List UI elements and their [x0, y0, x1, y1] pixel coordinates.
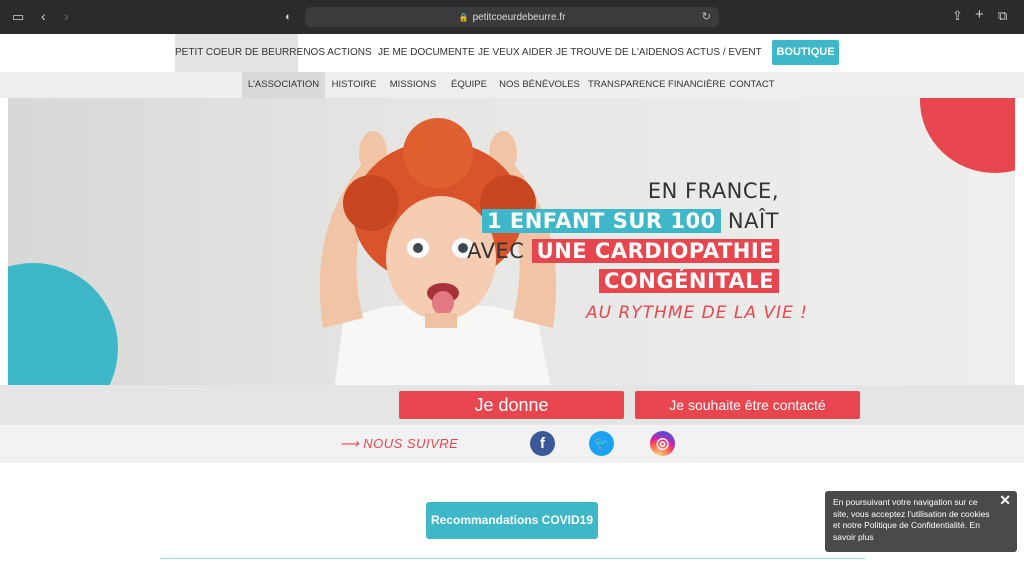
follow-text: NOUS SUIVRE [363, 436, 459, 451]
facebook-icon[interactable]: f [530, 431, 555, 456]
new-tab-icon[interactable]: + [975, 7, 984, 22]
forward-icon[interactable]: › [64, 9, 69, 23]
nav-je-me-documente[interactable]: JE ME DOCUMENTE [378, 34, 475, 72]
subnav-transparence-financiere[interactable]: TRANSPARENCE FINANCIÈRE [588, 72, 726, 98]
contact-request-button[interactable]: Je souhaite être contacté [635, 391, 860, 419]
lock-icon: 🔒 [458, 12, 469, 22]
hero-tagline: AU RYTHME DE LA VIE ! [586, 303, 808, 323]
sub-nav: L'ASSOCIATION HISTOIRE MISSIONS ÉQUIPE N… [0, 72, 1024, 98]
social-band [0, 425, 1024, 463]
headline-highlight-condition-2: CONGÉNITALE [599, 269, 779, 293]
nav-nos-actus-event[interactable]: NOS ACTUS / EVENT [661, 34, 763, 72]
follow-label: ⟶ NOUS SUIVRE [340, 436, 459, 451]
subnav-missions[interactable]: MISSIONS [388, 72, 438, 98]
subnav-histoire[interactable]: HISTOIRE [330, 72, 378, 98]
back-icon[interactable]: ‹ [41, 9, 46, 23]
hero-headline: EN FRANCE, 1 ENFANT SUR 100 NAÎT AVEC UN… [467, 176, 779, 296]
subnav-association[interactable]: L'ASSOCIATION [242, 72, 325, 98]
twitter-icon[interactable]: 🐦 [589, 431, 614, 456]
decorative-red-circle [920, 98, 1015, 173]
nav-nos-actions[interactable]: NOS ACTIONS [301, 34, 374, 72]
browser-toolbar: ▭ ‹ › ◐ 🔒 petitcoeurdebeurre.fr ↻ ⇪ + ⧉ [0, 0, 1024, 34]
sidebar-icon[interactable]: ▭ [12, 10, 24, 24]
subnav-contact[interactable]: CONTACT [726, 72, 778, 98]
headline-highlight-stat: 1 ENFANT SUR 100 [481, 209, 721, 233]
covid-recommendations-button[interactable]: Recommandations COVID19 [426, 502, 598, 539]
nav-je-veux-aider[interactable]: JE VEUX AIDER [478, 34, 552, 72]
subnav-equipe[interactable]: ÉQUIPE [448, 72, 490, 98]
shop-button[interactable]: BOUTIQUE [772, 40, 839, 65]
decorative-blue-circle [8, 263, 118, 385]
address-bar[interactable]: 🔒 petitcoeurdebeurre.fr ↻ [305, 7, 719, 27]
instagram-icon[interactable]: ◎ [650, 431, 675, 456]
headline-highlight-condition: UNE CARDIOPATHIE [531, 239, 779, 263]
nav-petit-coeur-de-beurre[interactable]: PETIT COEUR DE BEURRE [175, 34, 303, 72]
headline-line2-rest: NAÎT [727, 209, 779, 233]
divider [160, 558, 865, 559]
cookie-text: En poursuivant votre navigation sur ce s… [833, 497, 990, 542]
url-text: petitcoeurdebeurre.fr [472, 11, 566, 23]
shield-icon[interactable]: ◐ [285, 10, 292, 24]
cookie-banner: En poursuivant votre navigation sur ce s… [825, 491, 1017, 552]
subnav-nos-benevoles[interactable]: NOS BÉNÉVOLES [499, 72, 580, 98]
donate-button[interactable]: Je donne [399, 391, 624, 419]
share-icon[interactable]: ⇪ [952, 9, 963, 23]
headline-line3-pre: AVEC [467, 239, 525, 263]
headline-line1: EN FRANCE, [647, 179, 779, 203]
close-icon[interactable]: ✕ [999, 493, 1011, 506]
tabs-icon[interactable]: ⧉ [998, 9, 1007, 23]
reload-icon[interactable]: ↻ [702, 10, 711, 23]
nav-je-trouve-de-laide[interactable]: JE TROUVE DE L'AIDE [556, 34, 662, 72]
main-nav: PETIT COEUR DE BEURRE NOS ACTIONS JE ME … [0, 34, 1024, 72]
hero-banner: EN FRANCE, 1 ENFANT SUR 100 NAÎT AVEC UN… [8, 98, 1015, 385]
